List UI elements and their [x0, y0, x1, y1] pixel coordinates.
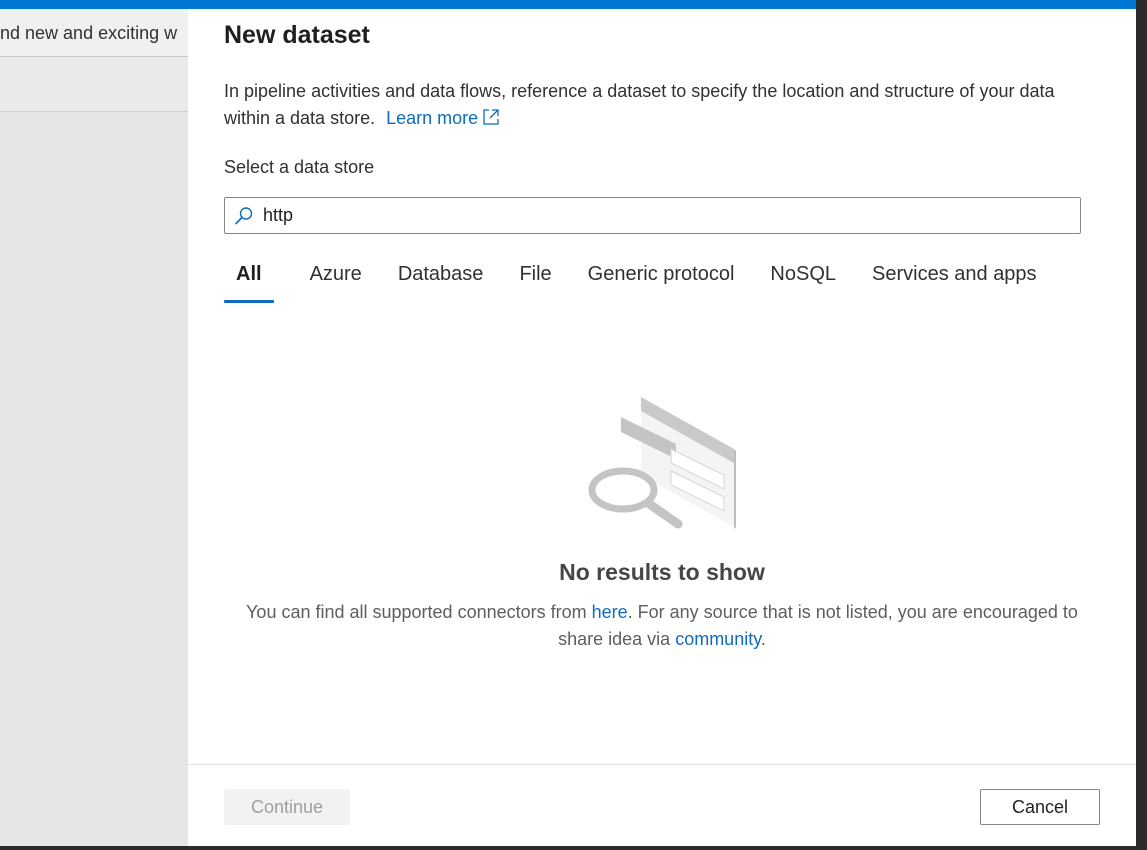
background-banner: nd new and exciting w [0, 9, 188, 57]
empty-state-title: No results to show [559, 559, 765, 585]
background-banner-text: nd new and exciting w [0, 23, 178, 43]
community-link[interactable]: community [675, 629, 761, 649]
tab-generic-protocol[interactable]: Generic protocol [588, 259, 735, 303]
search-icon [235, 207, 253, 225]
tab-database[interactable]: Database [398, 259, 484, 303]
search-box[interactable] [224, 197, 1081, 234]
panel-title: New dataset [224, 21, 370, 49]
category-tabs: All Azure Database File Generic protocol… [224, 259, 1073, 304]
tab-services-and-apps[interactable]: Services and apps [872, 259, 1037, 303]
tab-nosql[interactable]: NoSQL [770, 259, 836, 303]
tab-file[interactable]: File [519, 259, 551, 303]
background-workspace: nd new and exciting w [0, 9, 188, 846]
continue-button[interactable]: Continue [224, 789, 350, 825]
select-data-store-label: Select a data store [224, 157, 375, 177]
tab-all[interactable]: All [224, 259, 274, 303]
top-accent-bar [0, 0, 1147, 9]
search-input[interactable] [263, 202, 1063, 229]
window-edge [1136, 0, 1147, 850]
empty-text-part2: . For any source that is not listed, you… [558, 602, 1078, 649]
description-text: In pipeline activities and data flows, r… [224, 81, 1055, 128]
panel-description: In pipeline activities and data flows, r… [224, 78, 1094, 132]
external-link-icon [483, 109, 499, 125]
empty-text-part1: You can find all supported connectors fr… [246, 602, 592, 622]
empty-text-end: . [760, 629, 766, 649]
new-dataset-panel: New dataset In pipeline activities and d… [188, 9, 1136, 846]
learn-more-link[interactable]: Learn more [386, 108, 500, 128]
background-toolbar [0, 57, 188, 112]
panel-footer: Continue Cancel [188, 764, 1136, 846]
empty-state-text: You can find all supported connectors fr… [222, 599, 1102, 653]
cancel-button[interactable]: Cancel [980, 789, 1100, 825]
here-link[interactable]: here [592, 602, 628, 622]
tab-azure[interactable]: Azure [310, 259, 362, 303]
learn-more-label: Learn more [386, 108, 479, 128]
no-results-illustration-icon [588, 397, 736, 529]
